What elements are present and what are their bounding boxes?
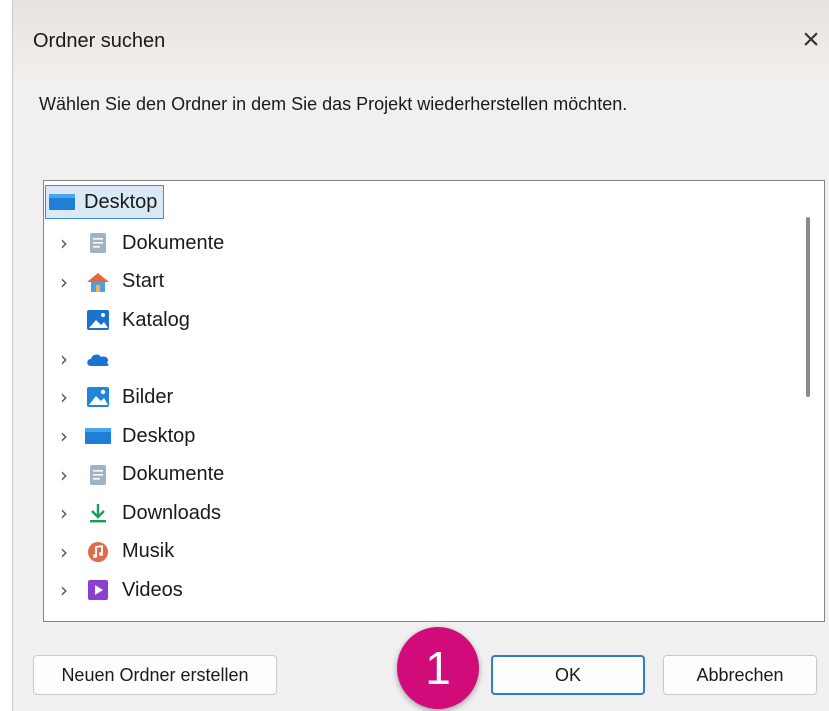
tree-item-label: Dokumente [122,231,225,254]
chevron-right-icon[interactable]: › [44,463,84,487]
tree-item[interactable]: › Desktop [44,417,195,455]
tree-item[interactable]: › [44,340,122,378]
tree-item-label: Downloads [122,501,221,524]
chevron-right-icon[interactable]: › [44,231,84,255]
desktop-folder-icon [84,425,112,447]
pictures-icon [84,386,112,408]
chevron-right-icon[interactable]: › [44,270,84,294]
title-bar: Ordner suchen × [13,0,829,78]
chevron-right-icon[interactable]: › [44,424,84,448]
downloads-icon [84,502,112,524]
home-icon [84,271,112,293]
vertical-scrollbar[interactable] [806,217,810,397]
tree-item[interactable]: › Start [44,263,164,301]
browse-folder-dialog: Ordner suchen × Wählen Sie den Ordner in… [12,0,829,711]
chevron-right-icon[interactable]: › [44,385,84,409]
tree-item-label: Start [122,270,165,293]
folder-tree[interactable]: Desktop › Dokumente › Start Katalog › › Bilder ›… [43,180,825,622]
ok-button[interactable]: OK [491,655,645,695]
gallery-icon [84,309,112,331]
tree-item-label: Musik [122,540,175,563]
tree-item[interactable]: Katalog [44,301,190,339]
chevron-right-icon[interactable]: › [44,540,84,564]
tree-item-root-desktop[interactable]: Desktop [45,185,165,219]
tree-item-label: Dokumente [122,463,225,486]
tree-item[interactable]: › Downloads [44,494,221,532]
videos-icon [84,579,112,601]
tree-item[interactable]: › Dokumente [44,456,224,494]
tree-item-label: Desktop [84,190,158,213]
chevron-right-icon[interactable]: › [44,578,84,602]
tree-item-label: Desktop [122,424,196,447]
onedrive-cloud-icon [84,348,112,370]
tree-item-label: Katalog [122,308,190,331]
close-icon[interactable]: × [792,20,829,60]
new-folder-button[interactable]: Neuen Ordner erstellen [33,655,277,695]
tree-item[interactable]: › Musik [44,533,174,571]
tree-item[interactable]: › Dokumente [44,224,224,262]
documents-icon [84,464,112,486]
tree-item-label: Videos [122,578,183,601]
desktop-folder-icon [48,191,76,213]
cancel-button[interactable]: Abbrechen [663,655,817,695]
chevron-right-icon[interactable]: › [44,501,84,525]
step-number-badge: 1 [397,627,479,709]
documents-icon [84,232,112,254]
dialog-title: Ordner suchen [33,30,166,52]
chevron-right-icon[interactable]: › [44,347,84,371]
tree-item-label: Bilder [122,385,174,408]
tree-item[interactable]: › Bilder [44,378,173,416]
tree-item[interactable]: › Videos [44,571,183,609]
music-icon [84,541,112,563]
dialog-prompt: Wählen Sie den Ordner in dem Sie das Pro… [39,94,628,114]
